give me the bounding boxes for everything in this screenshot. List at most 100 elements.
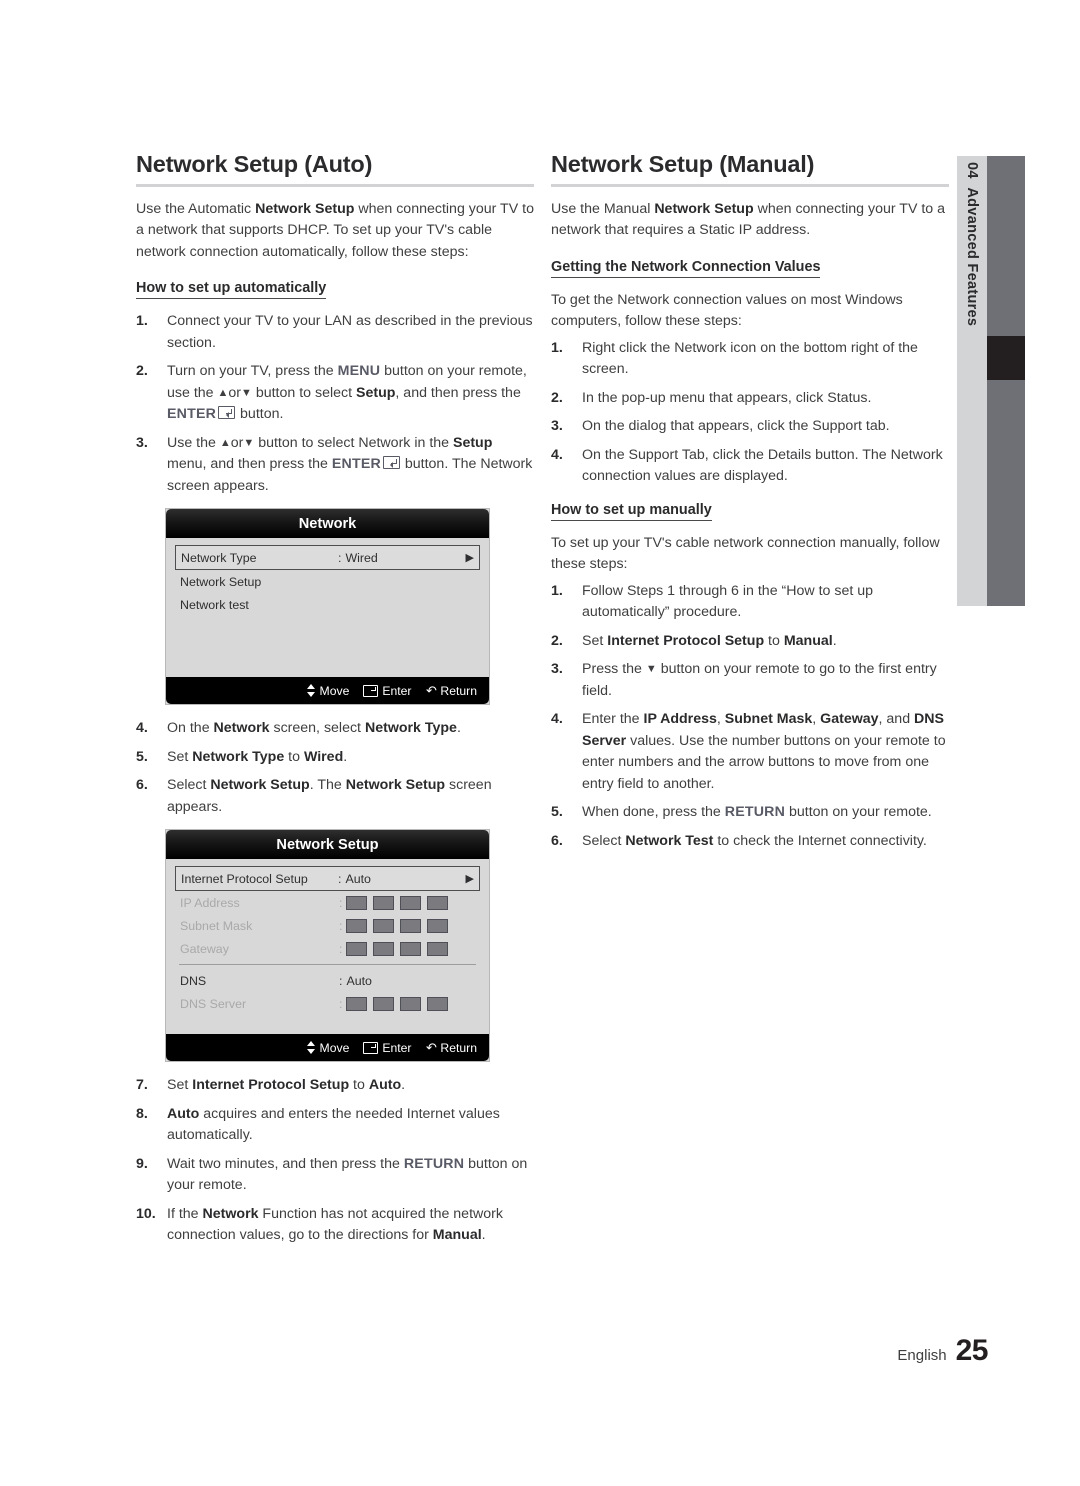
step-text: If the Network Function has not acquired…	[167, 1205, 503, 1244]
return-key-label: RETURN	[724, 804, 786, 821]
entry-box	[400, 941, 422, 956]
list-item: 8. Auto acquires and enters the needed In…	[136, 1104, 534, 1147]
chapter-title: Advanced Features	[964, 187, 980, 327]
osd-enter-hint: Enter	[363, 1041, 412, 1055]
osd-row-internet-protocol-setup[interactable]: Internet Protocol Setup : Auto ▶	[175, 866, 480, 892]
osd-row-value: : Wired	[338, 550, 378, 565]
step-number: 6.	[136, 777, 148, 794]
osd-row-dns[interactable]: DNS : Auto	[175, 969, 480, 992]
subheading-getting-values: Getting the Network Connection Values	[551, 259, 821, 278]
osd-row-value: : Auto	[338, 871, 371, 886]
step-text: When done, press the RETURN button on yo…	[582, 804, 932, 821]
list-item: 1. Follow Steps 1 through 6 in the “How t…	[551, 581, 949, 624]
enter-key-icon	[218, 406, 236, 420]
osd-row-network-test[interactable]: Network test	[175, 593, 480, 616]
osd-row-label: Network Setup	[180, 574, 262, 589]
step-number: 4.	[551, 446, 563, 463]
osd-row-network-type[interactable]: Network Type : Wired ▶	[175, 545, 480, 571]
osd-row-label: Internet Protocol Setup	[181, 871, 308, 886]
entry-box	[373, 895, 395, 910]
step-number: 1.	[551, 582, 563, 599]
step-number: 8.	[136, 1105, 148, 1122]
entry-box	[400, 996, 422, 1011]
list-item: 7. Set Internet Protocol Setup to Auto.	[136, 1075, 534, 1097]
return-arrow-icon: ↷	[425, 683, 437, 699]
return-arrow-icon: ↷	[425, 1040, 437, 1056]
left-column: Network Setup (Auto) Use the Automatic N…	[136, 151, 534, 1254]
osd-row-ip-address: IP Address :	[175, 891, 480, 914]
list-item: 2. Turn on your TV, press the MENU button…	[136, 361, 534, 426]
osd-body: Internet Protocol Setup : Auto ▶ IP Addre…	[166, 859, 489, 1035]
osd-row-value: :	[339, 895, 459, 910]
list-item: 1. Right click the Network icon on the bo…	[551, 338, 949, 381]
osd-row-value: : Auto	[339, 973, 372, 988]
intro-keyword: Network Setup	[255, 200, 355, 217]
page-title-manual: Network Setup (Manual)	[551, 151, 815, 177]
entry-box	[427, 941, 449, 956]
list-item: 3. Press the ▼ button on your remote to g…	[551, 659, 949, 702]
osd-row-label: Network Type	[181, 550, 257, 565]
step-number: 2.	[136, 363, 148, 380]
up-down-arrow-icon	[306, 684, 316, 698]
subheading-how-to-auto: How to set up automatically	[136, 280, 327, 300]
step-text: Auto acquires and enters the needed Inte…	[167, 1105, 500, 1144]
osd-return-hint: ↷ Return	[425, 683, 478, 699]
osd-title: Network Setup	[166, 830, 489, 860]
osd-screenshot-network-setup: Network Setup Internet Protocol Setup :A…	[166, 830, 489, 1062]
title-divider	[136, 183, 534, 187]
entry-box	[373, 996, 395, 1011]
enter-key-icon	[363, 684, 379, 697]
osd-footer: Move Enter ↷ Return	[166, 677, 489, 705]
step-text: Press the ▼ button on your remote to go …	[582, 661, 937, 699]
list-item: 6. Select Network Test to check the Inter…	[551, 831, 949, 853]
steps-list-manual: 1. Follow Steps 1 through 6 in the “How t…	[551, 581, 949, 853]
list-item: 5. Set Network Type to Wired.	[136, 747, 534, 769]
title-divider	[551, 183, 949, 187]
up-arrow-icon: ▲	[217, 386, 229, 399]
entry-box	[427, 918, 449, 933]
list-item: 2. Set Internet Protocol Setup to Manual.	[551, 631, 949, 653]
manual-page: Network Setup (Auto) Use the Automatic N…	[0, 0, 1080, 1486]
chapter-index-bar	[987, 156, 1025, 606]
osd-screenshot-network: Network Network Type : Wired ▶ Network Se…	[166, 509, 489, 705]
osd-body: Network Type : Wired ▶ Network Setup Netw…	[166, 538, 489, 678]
step-text: Select Network Setup. The Network Setup …	[167, 777, 492, 815]
step-number: 7.	[136, 1077, 148, 1094]
page-number: 25	[955, 1334, 989, 1367]
step-text: On the Support Tab, click the Details bu…	[582, 446, 943, 485]
osd-footer: Move Enter ↷ Return	[166, 1034, 489, 1062]
steps-list-auto-2: 4. On the Network screen, select Network …	[136, 718, 534, 818]
list-item: 2. In the pop-up menu that appears, click…	[551, 388, 949, 410]
entry-box	[373, 941, 395, 956]
chevron-right-icon: ▶	[465, 552, 474, 565]
osd-row-label: IP Address	[180, 895, 240, 910]
osd-title: Network	[166, 509, 489, 539]
step-text: Select Network Test to check the Interne…	[582, 832, 927, 849]
down-arrow-icon: ▼	[645, 663, 657, 676]
step-number: 3.	[551, 418, 563, 435]
steps-list-auto-3: 7. Set Internet Protocol Setup to Auto. 8…	[136, 1075, 534, 1247]
osd-row-gateway: Gateway :	[175, 937, 480, 960]
step-number: 4.	[551, 711, 563, 728]
list-item: 1. Connect your TV to your LAN as describ…	[136, 311, 534, 354]
gateway-entry-boxes	[346, 941, 449, 956]
list-item: 3. On the dialog that appears, click the …	[551, 416, 949, 438]
lead-paragraph-values: To get the Network connection values on …	[551, 291, 903, 330]
entry-box	[427, 895, 449, 910]
step-text: In the pop-up menu that appears, click S…	[582, 389, 872, 406]
step-text: Set Internet Protocol Setup to Manual.	[582, 632, 837, 649]
osd-row-label: Gateway	[180, 941, 229, 956]
step-text: Wait two minutes, and then press the RET…	[167, 1155, 528, 1194]
step-text: On the Network screen, select Network Ty…	[167, 720, 461, 737]
step-text: Set Internet Protocol Setup to Auto.	[167, 1077, 406, 1094]
osd-row-label: Network test	[180, 597, 249, 612]
step-text: Set Network Type to Wired.	[167, 748, 348, 765]
list-item: 4. On the Network screen, select Network …	[136, 718, 534, 740]
entry-box	[346, 918, 368, 933]
steps-list-auto-1: 1. Connect your TV to your LAN as describ…	[136, 311, 534, 497]
intro-paragraph-auto: Use the Automatic Network Setup when con…	[136, 199, 534, 264]
enter-key-icon	[363, 1041, 379, 1054]
osd-row-network-setup[interactable]: Network Setup	[175, 570, 480, 593]
language-label: English	[897, 1347, 947, 1364]
subheading-manual-wrap: How to set up manually	[551, 501, 949, 524]
